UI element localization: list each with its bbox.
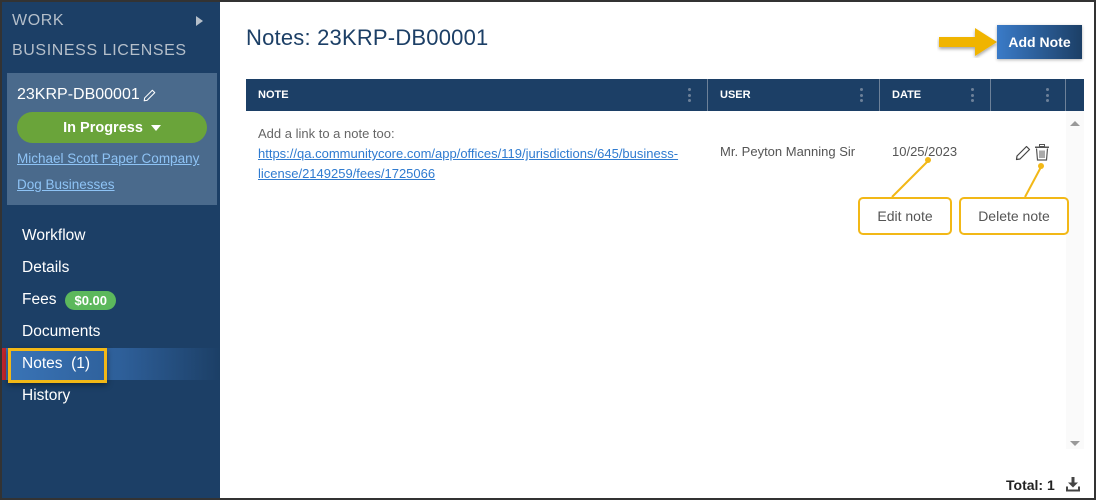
column-menu-icon[interactable]: [688, 88, 691, 102]
nav-item-notes[interactable]: Notes (1): [2, 348, 220, 380]
record-id-text: 23KRP-DB00001: [17, 86, 140, 103]
main-content: Notes: 23KRP-DB00001 Add Note NOTE USER …: [220, 2, 1094, 498]
add-note-button[interactable]: Add Note: [997, 25, 1082, 59]
nav-label: Details: [22, 259, 70, 276]
record-card: 23KRP-DB00001 In Progress Michael Scott …: [7, 73, 217, 205]
nav-label: Workflow: [22, 227, 86, 244]
scroll-down-icon[interactable]: [1070, 441, 1080, 446]
download-icon[interactable]: [1066, 477, 1080, 492]
pencil-icon[interactable]: [1015, 145, 1031, 161]
page-title: Notes: 23KRP-DB00001: [246, 25, 489, 50]
column-header-note[interactable]: NOTE: [246, 79, 708, 111]
business-link[interactable]: Michael Scott Paper Company: [17, 151, 199, 166]
delete-note-callout: Delete note: [959, 197, 1069, 235]
column-menu-icon[interactable]: [1046, 88, 1049, 102]
arrow-annotation-icon: [939, 28, 997, 56]
sidebar-section-work[interactable]: WORK: [12, 12, 64, 30]
column-label: NOTE: [258, 89, 289, 101]
nav-label: History: [22, 387, 71, 404]
notes-grid: NOTE USER DATE Add a link to a note too:…: [246, 79, 1084, 449]
user-cell: Mr. Peyton Manning Sir: [720, 144, 856, 159]
caret-right-icon[interactable]: [196, 16, 203, 26]
grid-body: Add a link to a note too: https://qa.com…: [246, 111, 1066, 449]
status-label: In Progress: [63, 119, 143, 136]
record-id: 23KRP-DB00001: [17, 86, 156, 104]
record-nav: Workflow Details Fees $0.00 Documents Not…: [2, 220, 220, 412]
note-text: Add a link to a note too:: [258, 126, 395, 141]
scroll-up-icon[interactable]: [1070, 121, 1080, 126]
grid-scrollbar[interactable]: [1066, 111, 1084, 449]
column-menu-icon[interactable]: [860, 88, 863, 102]
column-menu-icon[interactable]: [971, 88, 974, 102]
nav-item-details[interactable]: Details: [2, 252, 220, 284]
category-link[interactable]: Dog Businesses: [17, 177, 115, 192]
column-label: USER: [720, 89, 751, 101]
edit-note-callout: Edit note: [858, 197, 952, 235]
nav-label: Fees: [22, 291, 57, 308]
status-dropdown[interactable]: In Progress: [17, 112, 207, 143]
fees-badge: $0.00: [65, 290, 117, 310]
nav-label: Notes (1): [22, 355, 91, 372]
column-header-date[interactable]: DATE: [880, 79, 991, 111]
column-header-actions[interactable]: [991, 79, 1066, 111]
note-cell: Add a link to a note too: https://qa.com…: [258, 124, 708, 184]
column-label: DATE: [892, 89, 922, 101]
note-link[interactable]: https://qa.communitycore.com/app/offices…: [258, 146, 678, 181]
column-header-user[interactable]: USER: [708, 79, 880, 111]
app-window: WORK BUSINESS LICENSES 23KRP-DB00001 In …: [0, 0, 1096, 500]
nav-item-history[interactable]: History: [2, 380, 220, 412]
chevron-down-icon: [150, 124, 161, 131]
edit-record-icon[interactable]: [143, 89, 156, 102]
nav-item-workflow[interactable]: Workflow: [2, 220, 220, 252]
sidebar-module-title: BUSINESS LICENSES: [12, 42, 187, 59]
grid-header: NOTE USER DATE: [246, 79, 1084, 111]
date-cell: 10/25/2023: [892, 144, 958, 159]
nav-label: Documents: [22, 323, 101, 340]
nav-item-fees[interactable]: Fees $0.00: [2, 284, 220, 316]
sidebar: WORK BUSINESS LICENSES 23KRP-DB00001 In …: [2, 2, 220, 498]
table-row: Add a link to a note too: https://qa.com…: [246, 111, 1066, 191]
header-scroll-spacer: [1066, 79, 1084, 111]
nav-item-documents[interactable]: Documents: [2, 316, 220, 348]
trash-icon[interactable]: [1034, 144, 1050, 161]
total-count: Total: 1: [1006, 477, 1055, 493]
